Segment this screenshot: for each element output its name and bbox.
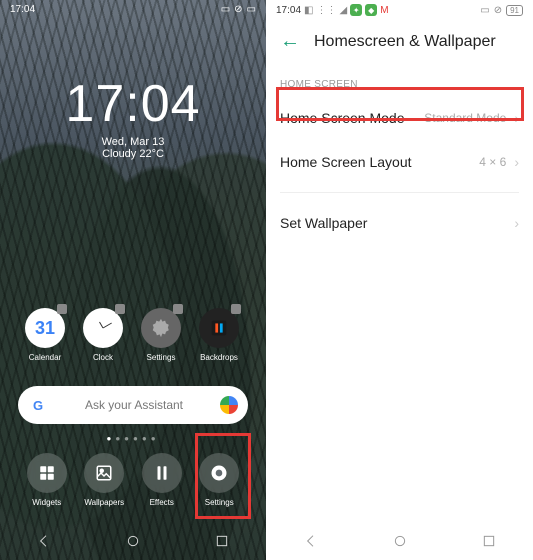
row-set-wallpaper[interactable]: Set Wallpaper › <box>266 201 533 245</box>
app-row: 31 Calendar Clock Settings Backdrops <box>0 308 266 362</box>
row-value: 4 × 6 <box>479 155 506 169</box>
dock-label: Widgets <box>24 498 70 507</box>
battery-icon: 91 <box>506 5 523 16</box>
clock-widget[interactable]: 17:04 Wed, Mar 13 Cloudy 22°C <box>0 74 266 160</box>
phone-settings-screen: 17:04 ◧ ⋮⋮ ◢ ✦ ◆ M ▭ ⊘ 91 ← Homescreen &… <box>266 0 533 560</box>
status-bar: 17:04 ▭ ⊘ ▭ <box>0 0 266 19</box>
assistant-icon[interactable] <box>220 396 238 414</box>
vibrate-icon: ▭ <box>480 5 489 16</box>
dnd-icon: ⊘ <box>494 5 502 16</box>
nav-bar <box>266 526 533 560</box>
status-icons: ▭ ⊘ ▭ <box>221 4 256 15</box>
clock-weather: Cloudy 22°C <box>0 148 266 160</box>
row-label: Set Wallpaper <box>280 215 514 231</box>
wifi-icon: ⋮⋮ <box>316 5 336 16</box>
row-home-screen-layout[interactable]: Home Screen Layout 4 × 6 › <box>266 140 533 184</box>
back-button[interactable]: ← <box>280 30 300 53</box>
status-time: 17:04 <box>276 5 301 16</box>
divider <box>280 192 519 193</box>
app-label: Calendar <box>22 353 68 362</box>
app-badge-icon: ◆ <box>365 4 377 16</box>
widgets-icon <box>27 453 67 493</box>
row-label: Home Screen Layout <box>280 154 479 170</box>
nav-back[interactable] <box>303 533 319 554</box>
effects-icon <box>142 453 182 493</box>
title-bar: ← Homescreen & Wallpaper <box>266 20 533 63</box>
clock-date: Wed, Mar 13 <box>0 136 266 148</box>
app-badge-icon: ✦ <box>350 4 362 16</box>
app-clock[interactable]: Clock <box>80 308 126 362</box>
search-bar[interactable]: G Ask your Assistant <box>18 386 248 424</box>
clock-time: 17:04 <box>0 74 266 134</box>
dock-wallpapers[interactable]: Wallpapers <box>81 453 127 507</box>
nav-back[interactable] <box>36 533 52 554</box>
app-label: Backdrops <box>196 353 242 362</box>
chevron-right-icon: › <box>514 154 519 170</box>
wallpapers-icon <box>84 453 124 493</box>
app-settings[interactable]: Settings <box>138 308 184 362</box>
calendar-icon: 31 <box>25 308 65 348</box>
app-calendar[interactable]: 31 Calendar <box>22 308 68 362</box>
settings-icon <box>141 308 181 348</box>
dock-effects[interactable]: Effects <box>139 453 185 507</box>
dock-label: Wallpapers <box>81 498 127 507</box>
signal-icon: ◢ <box>339 5 347 16</box>
nav-recent[interactable] <box>214 533 230 554</box>
phone-home-screen: 17:04 ▭ ⊘ ▭ 17:04 Wed, Mar 13 Cloudy 22°… <box>0 0 266 560</box>
search-placeholder: Ask your Assistant <box>48 398 220 412</box>
app-label: Settings <box>138 353 184 362</box>
highlight-box <box>276 87 524 121</box>
nav-bar <box>0 526 266 560</box>
nav-recent[interactable] <box>481 533 497 554</box>
google-icon: G <box>28 395 48 415</box>
vibrate-icon: ▭ <box>221 4 230 15</box>
page-title: Homescreen & Wallpaper <box>314 33 496 51</box>
mail-icon: M <box>380 5 388 16</box>
dnd-icon: ⊘ <box>234 4 242 15</box>
app-label: Clock <box>80 353 126 362</box>
battery-icon: ▭ <box>247 4 256 15</box>
nav-home[interactable] <box>392 533 408 554</box>
status-chip: ◧ <box>304 5 313 16</box>
status-time: 17:04 <box>10 4 35 15</box>
chevron-right-icon: › <box>514 215 519 231</box>
dock-label: Effects <box>139 498 185 507</box>
highlight-box <box>195 433 251 519</box>
status-bar: 17:04 ◧ ⋮⋮ ◢ ✦ ◆ M ▭ ⊘ 91 <box>266 0 533 20</box>
clock-icon <box>83 308 123 348</box>
app-backdrops[interactable]: Backdrops <box>196 308 242 362</box>
backdrops-icon <box>199 308 239 348</box>
dock-widgets[interactable]: Widgets <box>24 453 70 507</box>
nav-home[interactable] <box>125 533 141 554</box>
